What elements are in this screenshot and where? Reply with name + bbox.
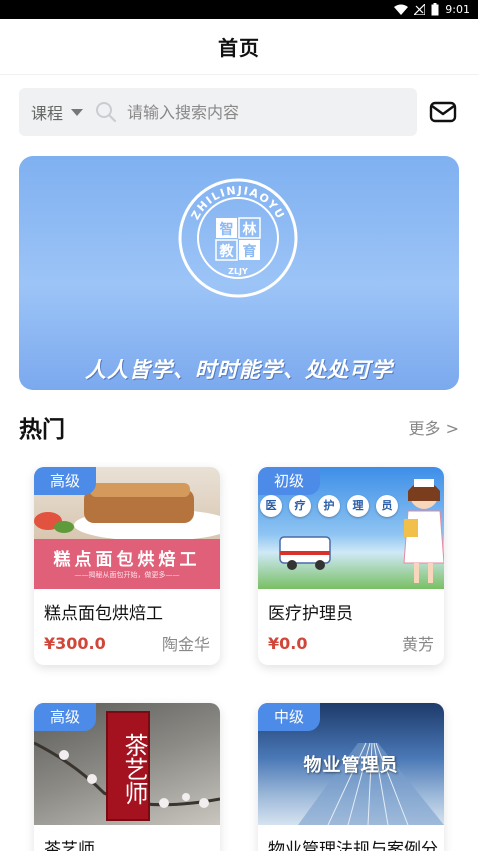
page-title: 首页 <box>218 36 260 60</box>
thumb-title: 茶艺师 <box>120 733 148 805</box>
course-price: ¥0.0 <box>268 633 308 653</box>
course-thumbnail: 物业管理员 中级 <box>258 703 444 825</box>
svg-text:智: 智 <box>219 221 234 238</box>
course-teacher: 陶金华 <box>161 635 210 654</box>
thumb-title: 物业管理员 <box>303 755 399 776</box>
thumb-subtitle: ——揭秘从面包开始，做更多—— <box>74 571 180 579</box>
more-link[interactable]: 更多 > <box>409 415 460 439</box>
caret-down-icon[interactable] <box>71 108 84 116</box>
level-badge: 中级 <box>258 703 321 731</box>
status-time: 9:01 <box>445 3 470 16</box>
course-teacher: 黄芳 <box>401 635 434 654</box>
course-name: 物业管理法规与案例分 <box>268 840 438 851</box>
course-name: 茶艺师 <box>44 840 95 851</box>
signal-icon <box>414 4 426 15</box>
course-card[interactable]: 物业管理员 中级 物业管理法规与案例分 <box>258 703 444 851</box>
mail-icon[interactable] <box>429 101 457 123</box>
banner-carousel[interactable]: ZHILINJIAOYU 智 林 教 育 ZLJY 人人皆学、时时能学、处处可学 <box>19 156 459 390</box>
course-meta: ¥300.0 陶金华 <box>34 631 220 655</box>
search-box: 课程 <box>19 88 417 136</box>
level-badge: 初级 <box>258 467 321 495</box>
course-card[interactable]: 糕点面包烘焙工 ——揭秘从面包开始，做更多—— 高级 糕点面包烘焙工 ¥300.… <box>34 467 220 665</box>
svg-text:育: 育 <box>243 243 257 260</box>
level-badge: 高级 <box>34 703 97 731</box>
search-icon[interactable] <box>95 101 117 123</box>
banner-slogan: 人人皆学、时时能学、处处可学 <box>85 358 393 382</box>
svg-text:林: 林 <box>243 221 257 238</box>
hot-section-header: 热门 更多 > <box>19 410 459 444</box>
course-name: 医疗护理员 <box>268 604 353 624</box>
thumb-title: 糕点面包烘焙工 <box>53 550 201 570</box>
course-thumbnail: 医 疗 护 理 员 初级 <box>258 467 444 589</box>
search-input[interactable] <box>127 102 368 122</box>
top-bar: 首页 <box>0 19 478 75</box>
category-dropdown[interactable]: 课程 <box>31 100 63 124</box>
wifi-icon <box>394 4 409 15</box>
section-title: 热门 <box>19 417 65 443</box>
course-card[interactable]: 医 疗 护 理 员 初级 医疗护理员 ¥0.0 黄芳 <box>258 467 444 665</box>
search-row: 课程 <box>19 88 459 136</box>
course-thumbnail: 茶艺师 高级 <box>34 703 220 825</box>
course-thumbnail: 糕点面包烘焙工 ——揭秘从面包开始，做更多—— 高级 <box>34 467 220 589</box>
course-price: ¥300.0 <box>44 633 106 653</box>
status-bar: 9:01 <box>0 0 478 19</box>
level-badge: 高级 <box>34 467 97 495</box>
course-card[interactable]: 茶艺师 高级 茶艺师 <box>34 703 220 851</box>
battery-icon <box>431 3 439 16</box>
course-name: 糕点面包烘焙工 <box>44 604 163 624</box>
svg-text:ZLJY: ZLJY <box>228 267 248 276</box>
svg-text:教: 教 <box>220 243 235 260</box>
zhilin-logo: ZHILINJIAOYU 智 林 教 育 ZLJY <box>178 178 298 298</box>
course-meta: ¥0.0 黄芳 <box>258 631 444 655</box>
